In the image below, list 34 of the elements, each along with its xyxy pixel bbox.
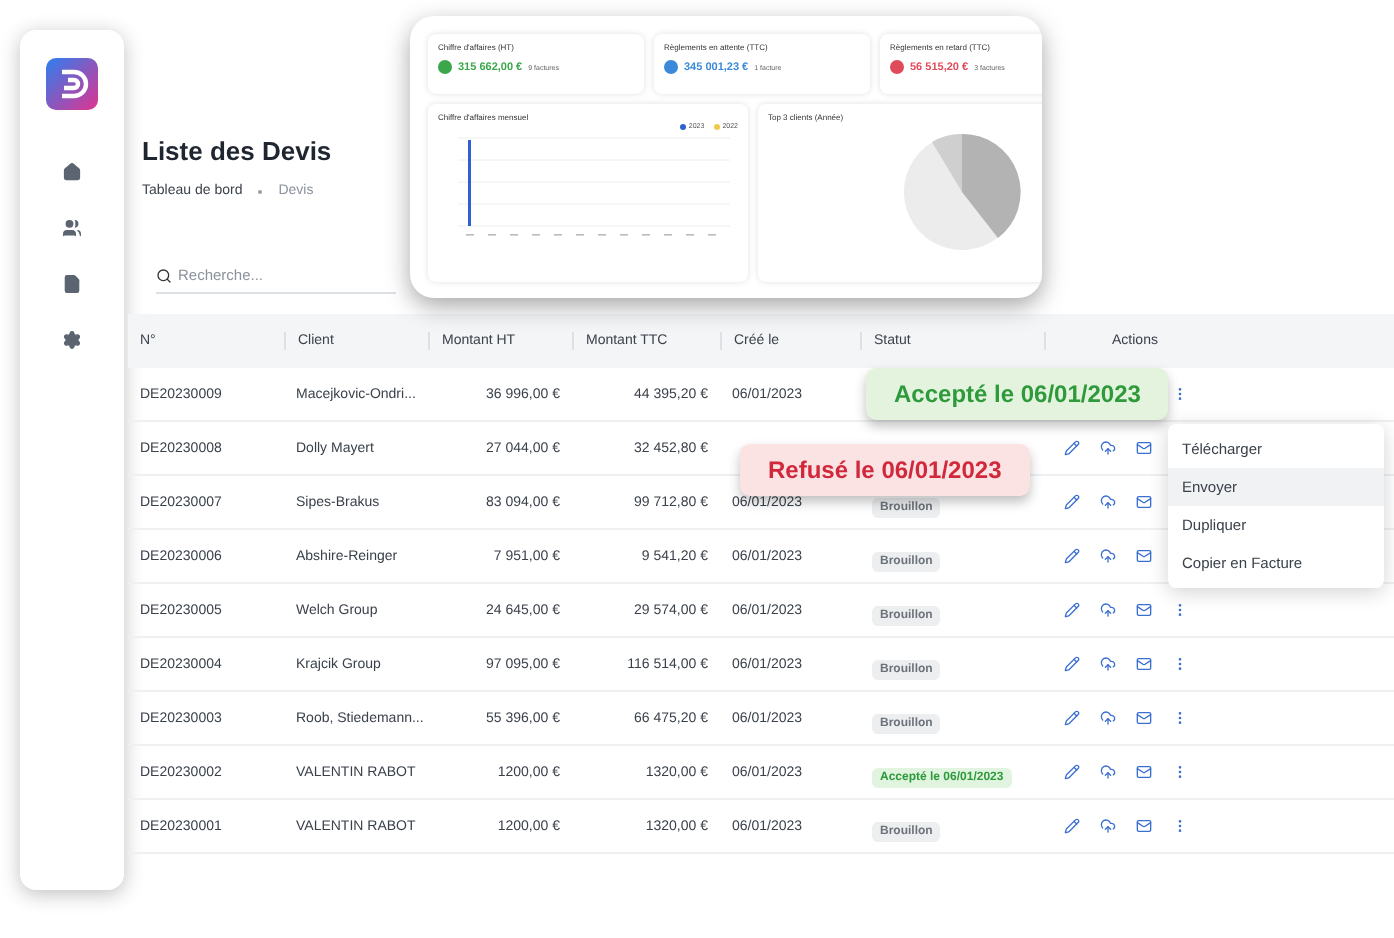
- breadcrumb-separator: [258, 189, 263, 193]
- cloud-upload-icon[interactable]: [1100, 764, 1116, 780]
- edit-icon[interactable]: [1064, 548, 1080, 564]
- status-callout: Refusé le 06/01/2023: [740, 444, 1030, 496]
- cloud-upload-icon[interactable]: [1100, 602, 1116, 618]
- search-icon: [156, 267, 172, 283]
- mail-icon[interactable]: [1136, 440, 1152, 456]
- mail-icon[interactable]: [1136, 764, 1152, 780]
- edit-icon[interactable]: [1064, 710, 1080, 726]
- cloud-upload-icon[interactable]: [1100, 494, 1116, 510]
- home-icon[interactable]: [58, 158, 86, 186]
- status-callout: Accepté le 06/01/2023: [866, 368, 1169, 420]
- cloud-upload-icon[interactable]: [1100, 818, 1116, 834]
- edit-icon[interactable]: [1064, 440, 1080, 456]
- settings-icon[interactable]: [58, 326, 86, 354]
- cloud-upload-icon[interactable]: [1100, 548, 1116, 564]
- page-title: Liste des Devis: [142, 136, 334, 166]
- mail-icon[interactable]: [1136, 818, 1152, 834]
- pie-chart-drawing: [900, 130, 1024, 254]
- edit-icon[interactable]: [1064, 764, 1080, 780]
- users-icon[interactable]: [58, 214, 86, 242]
- logo-icon: [46, 58, 98, 110]
- mail-icon[interactable]: [1136, 548, 1152, 564]
- edit-icon[interactable]: [1064, 602, 1080, 618]
- edit-icon[interactable]: [1064, 494, 1080, 510]
- mail-icon[interactable]: [1136, 656, 1152, 672]
- edit-icon[interactable]: [1064, 818, 1080, 834]
- mail-icon[interactable]: [1136, 602, 1152, 618]
- cloud-upload-icon[interactable]: [1100, 440, 1116, 456]
- cloud-upload-icon[interactable]: [1100, 710, 1116, 726]
- mail-icon[interactable]: [1136, 494, 1152, 510]
- cloud-upload-icon[interactable]: [1100, 656, 1116, 672]
- mail-icon[interactable]: [1136, 710, 1152, 726]
- edit-icon[interactable]: [1064, 656, 1080, 672]
